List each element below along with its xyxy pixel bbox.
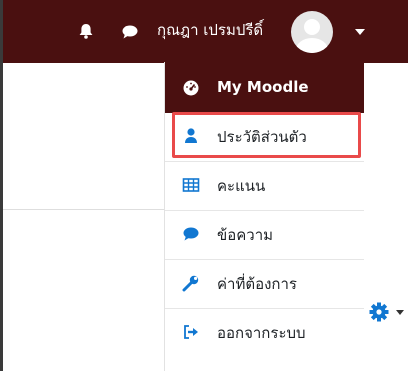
- menu-item-label: คะแนน: [217, 177, 266, 195]
- caret-down-icon[interactable]: [396, 310, 404, 315]
- chat-bubble-icon[interactable]: [121, 23, 139, 41]
- table-icon: [182, 176, 200, 194]
- menu-item-label: ออกจากระบบ: [217, 324, 306, 342]
- menu-item-label: ค่าที่ต้องการ: [217, 275, 297, 293]
- top-navbar: กุณฎา เปรมปรีดิ์: [3, 0, 408, 63]
- avatar-body-shape: [296, 38, 328, 53]
- bell-icon[interactable]: [77, 22, 95, 40]
- menu-item-preferences[interactable]: ค่าที่ต้องการ: [165, 260, 364, 308]
- menu-item-label: My Moodle: [217, 78, 309, 96]
- menu-item-my-moodle[interactable]: My Moodle: [165, 62, 364, 113]
- caret-down-icon[interactable]: [355, 29, 365, 35]
- menu-item-grades[interactable]: คะแนน: [165, 162, 364, 210]
- menu-item-messages[interactable]: ข้อความ: [165, 211, 364, 259]
- sign-out-icon: [182, 323, 200, 341]
- menu-item-logout[interactable]: ออกจากระบบ: [165, 309, 364, 357]
- user-dropdown-menu: My Moodle ประวัติส่วนตัว คะแนน ข้อความ ค…: [164, 62, 364, 371]
- avatar[interactable]: [291, 11, 333, 53]
- wrench-icon: [182, 274, 200, 292]
- dashboard-icon: [182, 78, 200, 96]
- page-divider: [3, 209, 173, 210]
- user-name[interactable]: กุณฎา เปรมปรีดิ์: [157, 20, 263, 40]
- gear-icon[interactable]: [368, 301, 390, 323]
- avatar-head-shape: [304, 19, 320, 35]
- menu-item-label: ข้อความ: [217, 226, 274, 244]
- chat-bubble-icon: [182, 225, 200, 243]
- highlight-box: [172, 112, 361, 158]
